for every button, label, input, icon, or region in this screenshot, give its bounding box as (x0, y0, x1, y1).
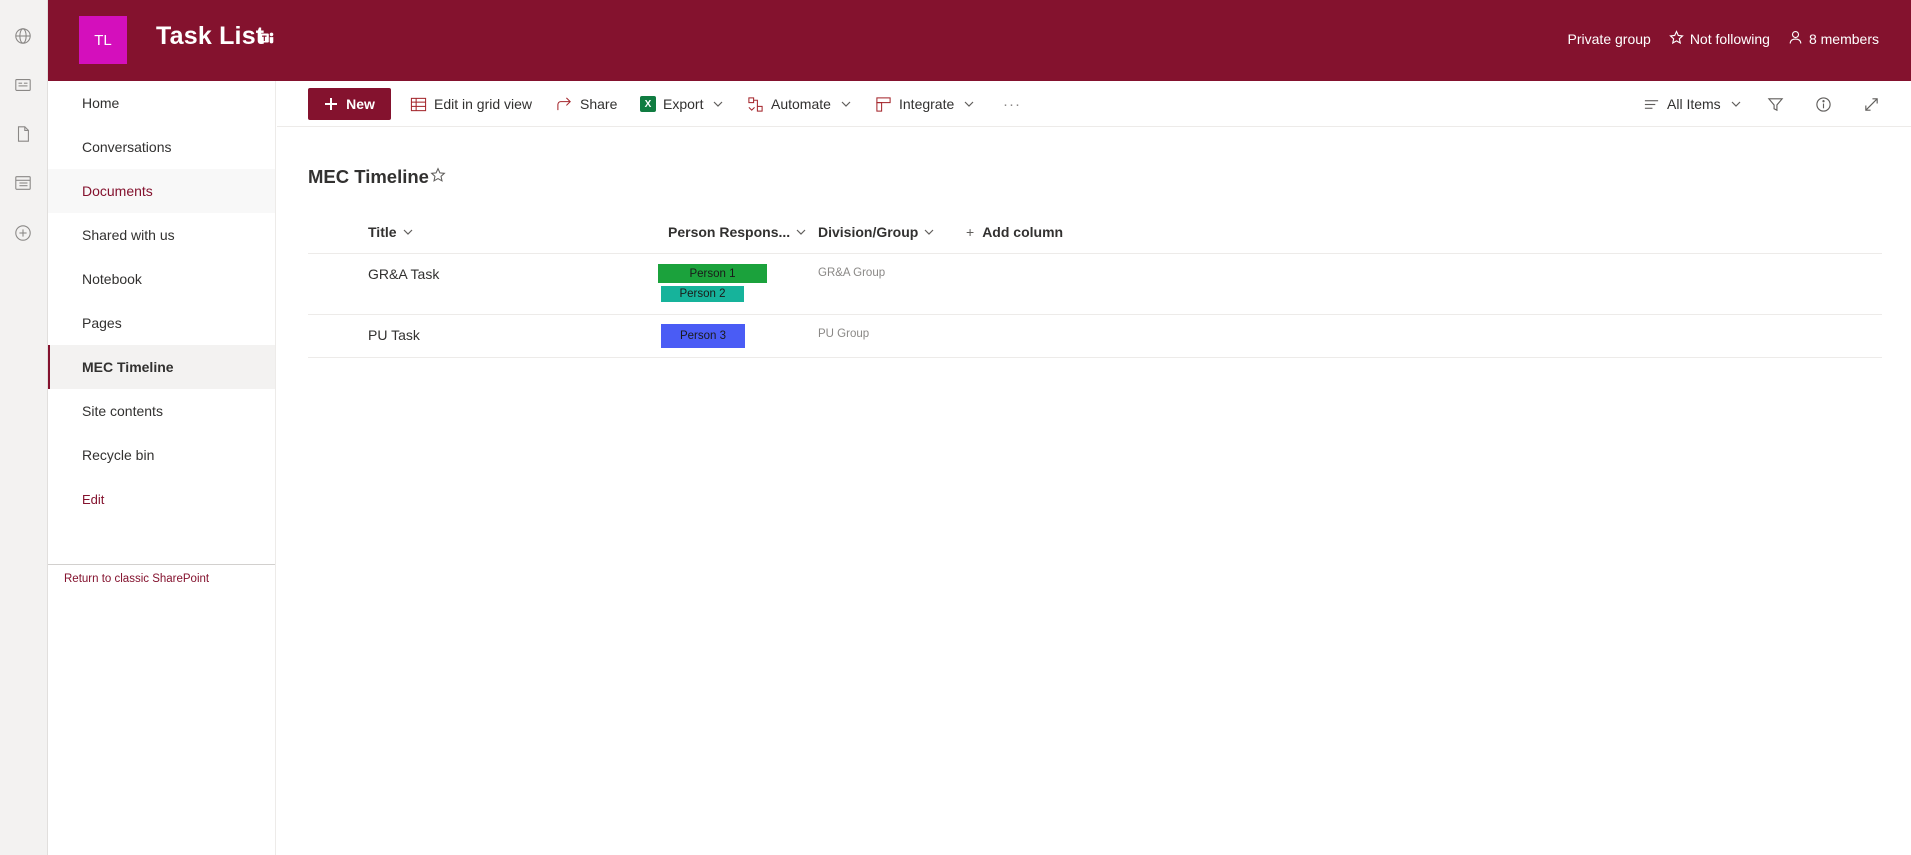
view-lines-icon (1644, 99, 1659, 109)
chevron-down-icon (403, 229, 412, 235)
integrate-button[interactable]: Integrate (875, 94, 974, 114)
chevron-down-icon (964, 101, 974, 107)
app-rail (0, 0, 48, 855)
person-tag: Person 2 (661, 286, 744, 302)
left-navigation: Home Conversations Documents Shared with… (48, 81, 276, 855)
new-button[interactable]: New (308, 88, 391, 120)
chevron-down-icon (796, 229, 806, 235)
share-button[interactable]: Share (556, 94, 617, 114)
more-options-button[interactable]: ··· (1003, 94, 1021, 114)
row-title-cell[interactable]: PU Task (368, 327, 420, 343)
add-circle-icon[interactable] (12, 222, 34, 244)
nav-item-home[interactable]: Home (48, 81, 275, 125)
row-division-cell: PU Group (818, 328, 870, 340)
nav-item-documents[interactable]: Documents (48, 169, 275, 213)
view-selector[interactable]: All Items (1643, 94, 1741, 114)
chevron-down-icon (714, 101, 723, 107)
chevron-down-icon (1731, 101, 1741, 107)
privacy-label: Private group (1567, 31, 1651, 47)
list-icon[interactable] (12, 172, 34, 194)
nav-item-shared-with-us[interactable]: Shared with us (48, 213, 275, 257)
site-logo[interactable]: TL (79, 16, 127, 64)
nav-item-pages[interactable]: Pages (48, 301, 275, 345)
favorite-star-icon[interactable] (430, 167, 446, 183)
expand-icon (1865, 97, 1878, 111)
column-header-division-group[interactable]: Division/Group (818, 221, 934, 243)
nav-item-site-contents[interactable]: Site contents (48, 389, 275, 433)
chevron-down-icon (841, 101, 851, 107)
row-divider (308, 314, 1882, 315)
return-to-classic-link[interactable]: Return to classic SharePoint (64, 573, 209, 585)
nav-divider (48, 564, 275, 565)
members-button[interactable]: 8 members (1788, 30, 1879, 48)
plus-icon: + (966, 224, 975, 240)
edit-grid-view-button[interactable]: Edit in grid view (410, 94, 532, 114)
column-header-person-responsible[interactable]: Person Respons... (668, 221, 806, 243)
automate-icon (748, 96, 763, 112)
row-divider (308, 357, 1882, 358)
excel-icon: X (640, 96, 656, 112)
document-icon[interactable] (12, 123, 34, 145)
person-tag: Person 3 (661, 324, 745, 348)
grid-icon (410, 97, 427, 111)
teams-icon[interactable] (258, 29, 276, 47)
column-header-title[interactable]: Title (368, 221, 413, 243)
chevron-down-icon (924, 229, 934, 235)
nav-item-conversations[interactable]: Conversations (48, 125, 275, 169)
filter-icon (1767, 97, 1784, 111)
person-tag: Person 1 (658, 264, 767, 283)
row-title-cell[interactable]: GR&A Task (368, 266, 439, 282)
person-icon (1788, 30, 1803, 48)
command-bar: New Edit in grid view Share X Export Aut… (277, 81, 1911, 127)
globe-icon[interactable] (12, 25, 34, 47)
nav-item-mec-timeline[interactable]: MEC Timeline (48, 345, 275, 389)
filter-button[interactable] (1767, 94, 1784, 114)
info-icon (1816, 96, 1831, 112)
nav-item-notebook[interactable]: Notebook (48, 257, 275, 301)
add-column-button[interactable]: + Add column (966, 221, 1063, 243)
nav-edit-link[interactable]: Edit (48, 477, 275, 521)
plus-icon (325, 98, 338, 110)
nav-item-recycle-bin[interactable]: Recycle bin (48, 433, 275, 477)
site-header: TL Task List Private group Not following… (48, 0, 1911, 81)
fullscreen-button[interactable] (1863, 94, 1880, 114)
info-button[interactable] (1815, 94, 1832, 114)
automate-button[interactable]: Automate (747, 94, 851, 114)
news-icon[interactable] (12, 74, 34, 96)
header-divider (308, 253, 1882, 254)
follow-button[interactable]: Not following (1669, 30, 1770, 48)
share-icon (557, 97, 571, 110)
integrate-icon (876, 96, 891, 112)
row-division-cell: GR&A Group (818, 267, 886, 279)
export-button[interactable]: X Export (640, 94, 723, 114)
list-view-title: MEC Timeline (308, 166, 429, 187)
site-title[interactable]: Task List (156, 22, 264, 51)
star-icon (1669, 30, 1684, 48)
